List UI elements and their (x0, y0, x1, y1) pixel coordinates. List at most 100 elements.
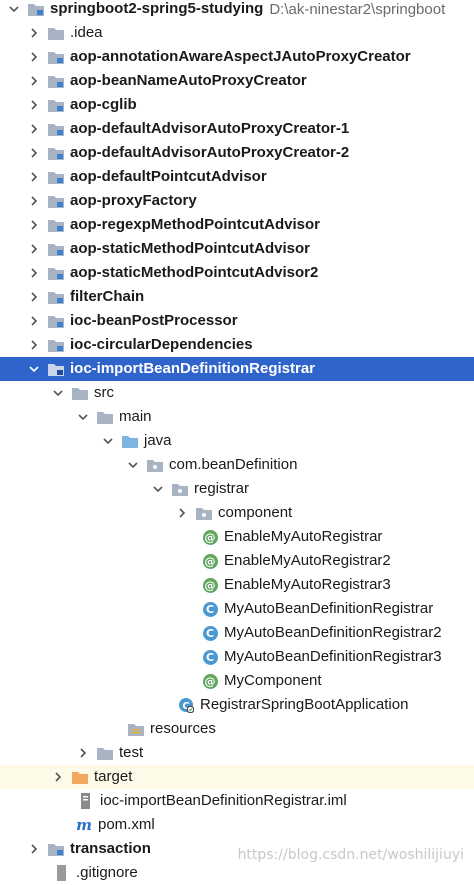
module-folder-icon (48, 121, 64, 137)
chevron-down-icon[interactable] (52, 387, 64, 399)
folder-icon (97, 409, 113, 425)
tree-row-module[interactable]: aop-regexpMethodPointcutAdvisor (0, 213, 474, 237)
chevron-right-icon[interactable] (28, 51, 40, 63)
chevron-right-icon[interactable] (28, 339, 40, 351)
module-label: aop-defaultAdvisorAutoProxyCreator-1 (70, 120, 350, 137)
annotation-icon: @ (202, 577, 218, 593)
tree-row-file[interactable]: @ EnableMyAutoRegistrar2 (0, 549, 474, 573)
tree-row-module[interactable]: aop-cglib (0, 93, 474, 117)
chevron-right-icon[interactable] (28, 75, 40, 87)
file-kind-badge: C (202, 625, 218, 641)
tree-row-module[interactable]: aop-beanNameAutoProxyCreator (0, 69, 474, 93)
chevron-right-icon[interactable] (52, 771, 64, 783)
tree-row-package[interactable]: com.beanDefinition (0, 453, 474, 477)
tree-row-src[interactable]: src (0, 381, 474, 405)
module-folder-icon (48, 841, 64, 857)
tree-row-java[interactable]: java (0, 429, 474, 453)
chevron-right-icon[interactable] (28, 843, 40, 855)
tree-row-project-root[interactable]: springboot2-spring5-studying D:\ak-nines… (0, 0, 474, 21)
module-label: aop-staticMethodPointcutAdvisor (70, 240, 311, 257)
chevron-right-icon[interactable] (28, 147, 40, 159)
chevron-right-icon[interactable] (77, 747, 89, 759)
tree-row-app-class[interactable]: C RegistrarSpringBootApplication (0, 693, 474, 717)
tree-row-module[interactable]: aop-proxyFactory (0, 189, 474, 213)
chevron-right-icon[interactable] (28, 27, 40, 39)
module-label: aop-regexpMethodPointcutAdvisor (70, 216, 321, 233)
file-label: MyComponent (224, 672, 322, 689)
chevron-down-icon[interactable] (127, 459, 139, 471)
tree-row-pom[interactable]: m pom.xml (0, 813, 474, 837)
project-name: springboot2-spring5-studying (50, 0, 264, 17)
tree-row-main[interactable]: main (0, 405, 474, 429)
excluded-folder-icon (72, 769, 88, 785)
package-icon (196, 505, 212, 521)
file-label: MyAutoBeanDefinitionRegistrar (224, 600, 434, 617)
chevron-down-icon[interactable] (77, 411, 89, 423)
app-class-label: RegistrarSpringBootApplication (200, 696, 409, 713)
chevron-down-icon[interactable] (28, 363, 40, 375)
tree-row-file[interactable]: C MyAutoBeanDefinitionRegistrar (0, 597, 474, 621)
chevron-right-icon[interactable] (28, 315, 40, 327)
chevron-right-icon[interactable] (28, 291, 40, 303)
chevron-down-icon[interactable] (102, 435, 114, 447)
tree-row-file[interactable]: @ EnableMyAutoRegistrar (0, 525, 474, 549)
module-folder-icon (48, 193, 64, 209)
file-label: EnableMyAutoRegistrar3 (224, 576, 391, 593)
file-icon (54, 865, 70, 881)
selected-module-label: ioc-importBeanDefinitionRegistrar (70, 360, 316, 377)
module-folder-icon (48, 217, 64, 233)
chevron-right-icon[interactable] (28, 267, 40, 279)
chevron-right-icon[interactable] (176, 507, 188, 519)
chevron-right-icon[interactable] (28, 171, 40, 183)
tree-row-file[interactable]: @ EnableMyAutoRegistrar3 (0, 573, 474, 597)
tree-row-module[interactable]: aop-defaultAdvisorAutoProxyCreator-1 (0, 117, 474, 141)
chevron-right-icon[interactable] (28, 99, 40, 111)
tree-row-file[interactable]: @ MyComponent (0, 669, 474, 693)
tree-row-registrar[interactable]: registrar (0, 477, 474, 501)
module-folder-icon (48, 361, 64, 377)
file-kind-badge: @ (202, 673, 218, 689)
tree-row-module[interactable]: aop-staticMethodPointcutAdvisor2 (0, 261, 474, 285)
source-folder-icon (122, 433, 138, 449)
module-folder-icon (48, 265, 64, 281)
module-label: .idea (70, 24, 103, 41)
tree-row-module[interactable]: ioc-beanPostProcessor (0, 309, 474, 333)
chevron-right-icon[interactable] (28, 195, 40, 207)
tree-row-module[interactable]: ioc-circularDependencies (0, 333, 474, 357)
tree-row-gitignore[interactable]: .gitignore (0, 861, 474, 885)
annotation-icon: @ (202, 529, 218, 545)
module-label: aop-annotationAwareAspectJAutoProxyCreat… (70, 48, 411, 65)
chevron-right-icon[interactable] (28, 219, 40, 231)
tree-row-module[interactable]: aop-defaultAdvisorAutoProxyCreator-2 (0, 141, 474, 165)
tree-row-target[interactable]: target (0, 765, 474, 789)
module-folder-icon (48, 97, 64, 113)
tree-row-component[interactable]: component (0, 501, 474, 525)
module-folder-icon (48, 289, 64, 305)
file-label: MyAutoBeanDefinitionRegistrar2 (224, 624, 442, 641)
module-label: ioc-beanPostProcessor (70, 312, 238, 329)
module-folder-icon (48, 145, 64, 161)
chevron-down-icon[interactable] (152, 483, 164, 495)
tree-row-module[interactable]: aop-annotationAwareAspectJAutoProxyCreat… (0, 45, 474, 69)
file-label: MyAutoBeanDefinitionRegistrar3 (224, 648, 442, 665)
tree-row-file[interactable]: C MyAutoBeanDefinitionRegistrar3 (0, 645, 474, 669)
src-label: src (94, 384, 114, 401)
tree-row-module[interactable]: aop-defaultPointcutAdvisor (0, 165, 474, 189)
class-icon: C (202, 601, 218, 617)
tree-row-resources[interactable]: resources (0, 717, 474, 741)
tree-row-module[interactable]: filterChain (0, 285, 474, 309)
tree-row-test[interactable]: test (0, 741, 474, 765)
tree-row-iml[interactable]: ioc-importBeanDefinitionRegistrar.iml (0, 789, 474, 813)
chevron-down-icon[interactable] (8, 3, 20, 15)
module-folder-icon (48, 169, 64, 185)
iml-file-icon (78, 793, 94, 809)
tree-row-file[interactable]: C MyAutoBeanDefinitionRegistrar2 (0, 621, 474, 645)
tree-row-selected-module[interactable]: ioc-importBeanDefinitionRegistrar (0, 357, 474, 381)
chevron-right-icon[interactable] (28, 123, 40, 135)
module-label: aop-proxyFactory (70, 192, 197, 209)
chevron-right-icon[interactable] (28, 243, 40, 255)
tree-row-module[interactable]: .idea (0, 21, 474, 45)
tree-row-module[interactable]: aop-staticMethodPointcutAdvisor (0, 237, 474, 261)
module-folder-icon (48, 49, 64, 65)
annotation-icon: @ (202, 673, 218, 689)
